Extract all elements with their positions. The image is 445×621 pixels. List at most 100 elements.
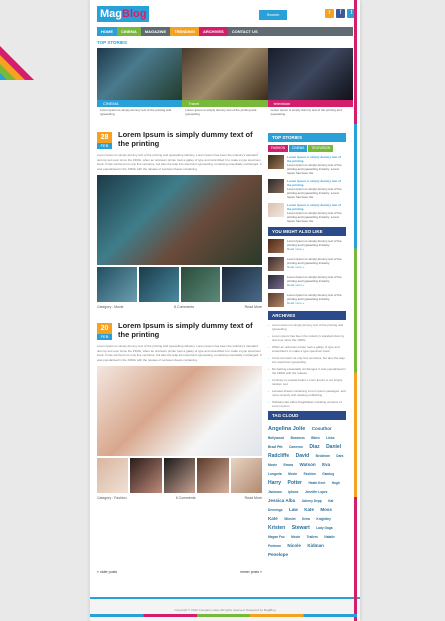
archive-link[interactable]: Lorem Ipsum is simply dummy text of the … [268,323,346,331]
story-title[interactable]: Lorem Ipsum is simply dummy text of the … [287,155,346,163]
nav-item[interactable]: CINEMA [117,27,141,36]
slide-caption[interactable]: Lorem Ipsum is simply dummy text of the … [185,108,264,116]
post-comments[interactable]: 6 Comments [176,496,196,500]
also-like-thumbnail[interactable] [268,239,284,253]
read-more-link[interactable]: Read More [245,305,262,309]
tag-link[interactable]: Movie [291,535,300,539]
post-title[interactable]: Lorem Ipsum is simply dummy text of the … [118,130,262,148]
post-category[interactable]: Category : Fashion [97,496,127,500]
tag-link[interactable]: Longoria [268,472,282,476]
site-logo[interactable]: MagBlog [97,6,150,22]
tag-link[interactable]: Winslet [284,517,295,521]
sidebar-story[interactable]: Lorem Ipsum is simply dummy text of the … [268,179,346,199]
slide-image[interactable] [182,48,268,100]
tag-link[interactable]: Movie [288,472,297,476]
tag-link[interactable]: Dark [336,454,343,458]
tag-link[interactable]: Movie [268,463,277,467]
also-like-thumbnail[interactable] [268,257,284,271]
archive-link[interactable]: Lorem ipsum has been the industry's stan… [268,334,346,342]
older-posts-link[interactable]: « older posts [97,570,117,574]
archive-link[interactable]: Contrary to popular belief, Lorem Ipsum … [268,378,346,386]
story-title[interactable]: Lorem Ipsum is simply dummy text of the … [287,203,346,211]
tag-link[interactable]: Business [291,436,305,440]
tag-link[interactable]: Kate [268,516,278,521]
post-thumbnail[interactable] [97,267,137,302]
tag-link[interactable]: Kate [304,507,314,512]
post-comments[interactable]: 8 Comments [174,305,194,309]
tag-link[interactable]: Stewart [292,525,310,531]
tag-link[interactable]: Lady Gaga [316,526,332,530]
tag-link[interactable]: Keira [302,517,310,521]
archive-link[interactable]: When an unknown printer took a galley of… [268,345,346,353]
archive-link[interactable]: Remaining essentially unchanged. It was … [268,367,346,375]
slide-tag[interactable]: television [267,100,353,107]
tag-link[interactable]: Potter [288,480,302,486]
tag-link[interactable]: Emma [284,463,294,467]
post-thumbnail[interactable] [138,267,179,302]
archive-link[interactable]: Letraset sheets containing Lorem Ipsum p… [268,389,346,397]
slide[interactable]: Travel Lorem Ipsum is simply dummy text o… [182,48,268,118]
facebook-icon[interactable]: f [336,9,345,18]
slide[interactable]: television Lorem Ipsum is simply dummy te… [267,48,353,118]
tag-link[interactable]: Kristen [268,525,285,531]
tag-link[interactable]: Fashion [304,472,316,476]
nav-item[interactable]: MAGAZINE [140,27,171,36]
read-more-link[interactable]: Read More [245,496,262,500]
tag-link[interactable]: Iphone [288,490,298,494]
tag-link[interactable]: Heath Kent [308,481,325,485]
slide-caption[interactable]: Lorem Ipsum is simply dummy text of the … [100,108,179,116]
tag-link[interactable]: Megan Fox [268,535,285,539]
tag-link[interactable]: Diaz [309,444,319,450]
story-thumbnail[interactable] [268,155,284,169]
tag-link[interactable]: Eva [322,462,330,467]
post-thumbnail[interactable] [97,458,129,493]
tag-link[interactable]: Links [326,436,334,440]
sidebar-story[interactable]: Lorem Ipsum is simply dummy text of the … [268,203,346,223]
post-thumbnail[interactable] [180,267,221,302]
slide-image[interactable] [97,48,183,100]
slide-caption[interactable]: Lorem Ipsum is simply dummy text of the … [271,108,350,116]
post-thumbnail[interactable] [197,458,229,493]
slide-image[interactable] [267,48,353,100]
tag-link[interactable]: Brad Pitt [268,445,283,449]
tag-link[interactable]: Beckham [316,454,330,458]
tag-link[interactable]: Jessica Alba [268,498,295,503]
also-like-thumbnail[interactable] [268,293,284,307]
read-more-link[interactable]: Read more » [287,301,346,305]
post-category[interactable]: Category : Movie [97,305,123,309]
post-title[interactable]: Lorem Ipsum is simply dummy text of the … [118,321,262,339]
also-like-item[interactable]: Lorem Ipsum is simply dummy text of the … [268,239,346,253]
tag-link[interactable]: Moss [320,507,332,512]
tag-link[interactable]: Harry [268,480,281,486]
also-like-item[interactable]: Lorem Ipsum is simply dummy text of the … [268,275,346,289]
story-thumbnail[interactable] [268,179,284,193]
tag-link[interactable]: Trailers [307,535,318,539]
post-image[interactable] [97,175,262,265]
read-more-link[interactable]: Read more » [287,265,346,269]
nav-item[interactable]: TRENDING [170,27,200,36]
post-thumbnail[interactable] [163,458,196,493]
tag-link[interactable]: Bikes [311,436,320,440]
also-like-item[interactable]: Lorem Ipsum is simply dummy text of the … [268,293,346,307]
tag-link[interactable]: Penelope [268,552,288,557]
newer-posts-link[interactable]: newer posts » [240,570,262,574]
post-thumbnail[interactable] [230,458,263,493]
tag-link[interactable]: Watson [300,462,316,467]
sidebar-tab[interactable]: TELEVISION [308,145,334,152]
tag-link[interactable]: Kidman [307,543,324,548]
sidebar-tab[interactable]: FASHION [268,145,288,152]
post-thumbnail[interactable] [130,458,162,493]
tag-link[interactable]: Gaming [322,472,334,476]
slide-tag[interactable]: Travel [182,100,268,107]
tag-link[interactable]: Jennifer Lopez [305,490,328,494]
story-thumbnail[interactable] [268,203,284,217]
tag-link[interactable]: Cameron [289,445,303,449]
nav-item[interactable]: HOME [97,27,117,36]
slide[interactable]: CINEMA Lorem Ipsum is simply dummy text o… [97,48,183,118]
nav-item[interactable]: ARCHIVES [199,27,228,36]
rss-icon[interactable]: r [325,9,334,18]
story-title[interactable]: Lorem Ipsum is simply dummy text of the … [287,179,346,187]
tag-link[interactable]: Cosuthor [312,426,332,431]
tag-link[interactable]: Daniel [326,444,341,450]
tag-link[interactable]: Johnny Depp [302,499,322,503]
